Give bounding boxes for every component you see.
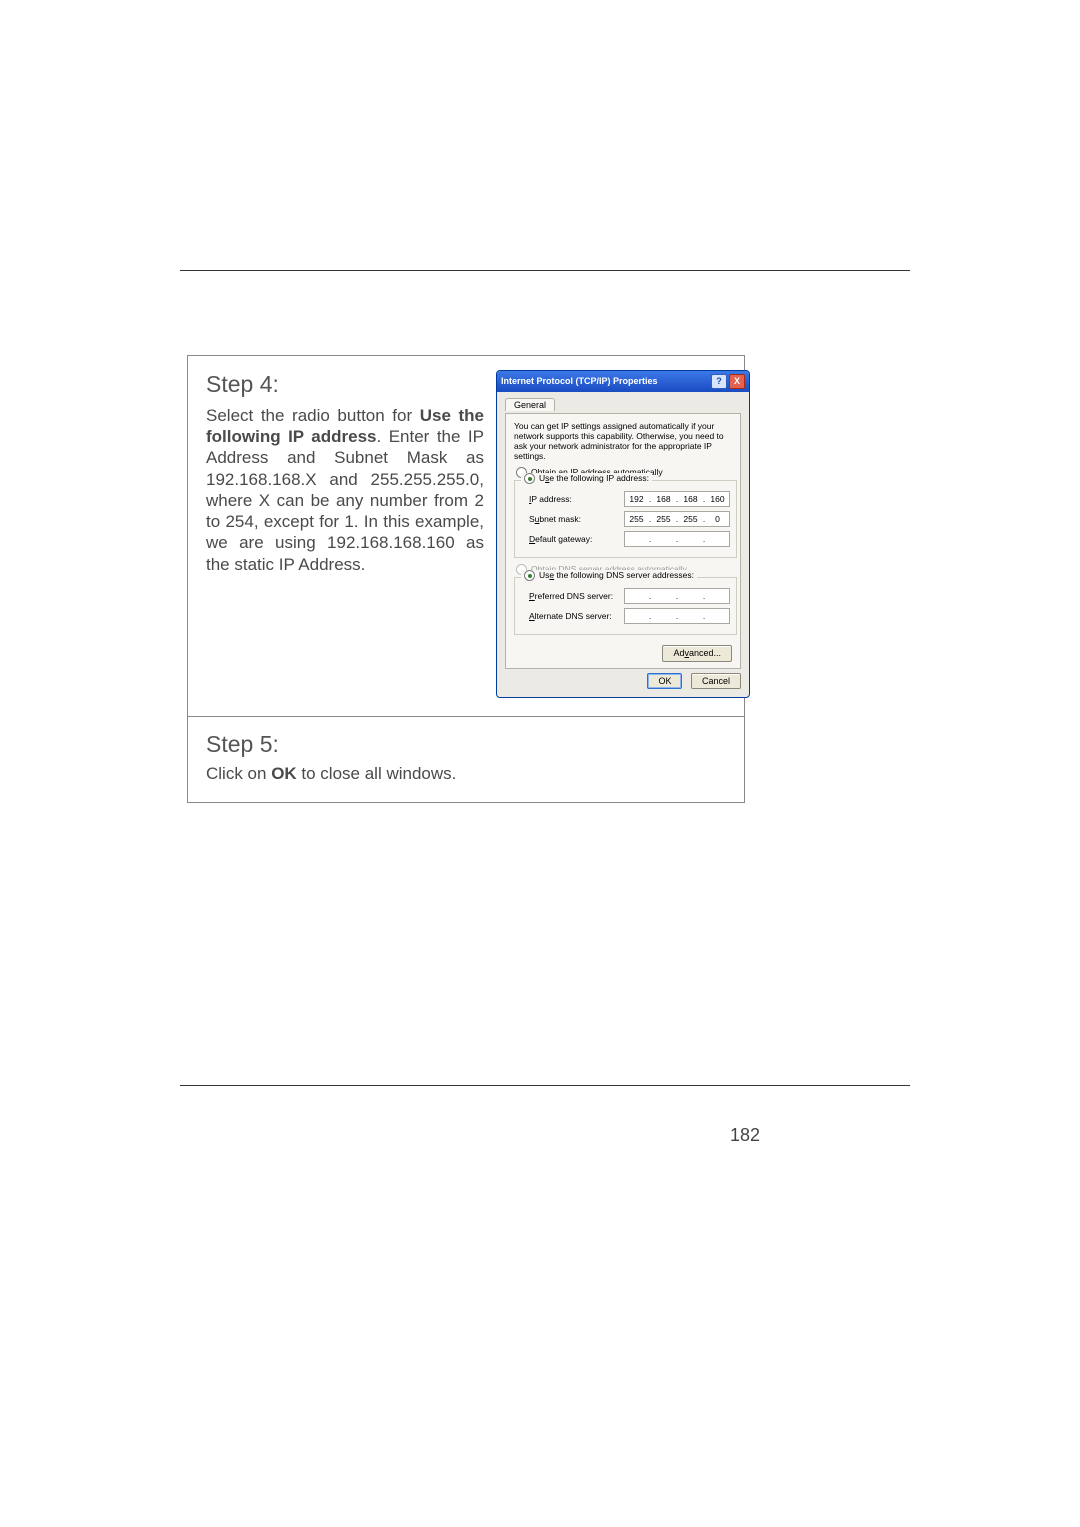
dns-group: Use the following DNS server addresses: …	[514, 577, 737, 635]
step-5-block: Step 5: Click on OK to close all windows…	[188, 716, 744, 802]
tab-general[interactable]: General	[505, 398, 555, 411]
dialog-body: General You can get IP settings assigned…	[497, 392, 749, 697]
ip-oct[interactable]: 255	[625, 512, 648, 526]
label-subnet: Subnet mask:	[521, 515, 624, 525]
tab-pane-general: You can get IP settings assigned automat…	[505, 413, 741, 668]
instruction-box: Step 4: Select the radio button for Use …	[187, 355, 745, 803]
subnet-row: Subnet mask: Subnet mask: 255. 255. 255.…	[521, 511, 730, 527]
step-5-body-post: to close all windows.	[297, 764, 457, 783]
label-ip: IP address:	[521, 495, 624, 505]
ip-oct[interactable]: 0	[706, 512, 729, 526]
radio-use-dns[interactable]: Use the following DNS server addresses: …	[521, 570, 697, 581]
step-4-title: Step 4:	[206, 370, 484, 399]
step-4-body-pre: Select the radio button for	[206, 406, 420, 425]
radio-icon	[524, 473, 535, 484]
close-icon[interactable]: X	[729, 374, 745, 389]
page-number: 182	[730, 1125, 760, 1146]
ip-oct[interactable]: 255	[652, 512, 675, 526]
intro-text: You can get IP settings assigned automat…	[514, 422, 732, 461]
alt-dns-row: Alternate DNS server: Alternate DNS serv…	[521, 608, 730, 624]
alt-dns-input[interactable]: . . .	[624, 608, 730, 624]
step-5-body: Click on OK to close all windows.	[206, 764, 726, 784]
label-pref-dns: Preferred DNS server:	[521, 592, 624, 602]
help-icon[interactable]: ?	[711, 374, 727, 389]
step-5-body-pre: Click on	[206, 764, 271, 783]
ip-oct[interactable]: 168	[679, 492, 702, 506]
dialog-buttons: OK Cancel	[505, 669, 741, 689]
ok-button[interactable]: OK	[647, 673, 682, 689]
pref-dns-input[interactable]: . . .	[624, 588, 730, 604]
step-5-body-bold: OK	[271, 764, 297, 783]
page: 182 Step 4: Select the radio button for …	[0, 0, 1080, 1527]
step-4-body: Select the radio button for Use the foll…	[206, 405, 484, 575]
titlebar[interactable]: Internet Protocol (TCP/IP) Properties ? …	[497, 371, 749, 392]
tab-strip: General	[505, 398, 741, 411]
step-4-block: Step 4: Select the radio button for Use …	[188, 356, 744, 716]
ip-oct[interactable]: 160	[706, 492, 729, 506]
ip-oct[interactable]: 192	[625, 492, 648, 506]
step-4-text: Step 4: Select the radio button for Use …	[206, 370, 484, 575]
step-4-body-mid: . Enter the IP Address and Subnet Mask a…	[206, 427, 484, 574]
advanced-row: Advanced... Advanced...	[514, 641, 732, 661]
advanced-button[interactable]: Advanced...	[662, 645, 732, 661]
ip-oct[interactable]: 255	[679, 512, 702, 526]
radio-use-ip-label: Use the following IP address:	[539, 474, 649, 484]
tcpip-properties-dialog: Internet Protocol (TCP/IP) Properties ? …	[496, 370, 750, 698]
ip-address-row: IP address: IP address: 192. 168. 168. 1…	[521, 491, 730, 507]
top-rule	[180, 270, 910, 271]
gateway-row: Default gateway: Default gateway: . . .	[521, 531, 730, 547]
pref-dns-row: Preferred DNS server: Preferred DNS serv…	[521, 588, 730, 604]
ip-group: Use the following IP address: Use the fo…	[514, 480, 737, 558]
radio-use-dns-label: Use the following DNS server addresses:	[539, 571, 694, 581]
bottom-rule	[180, 1085, 910, 1086]
radio-use-ip[interactable]: Use the following IP address: Use the fo…	[521, 473, 652, 484]
gateway-input[interactable]: . . .	[624, 531, 730, 547]
dialog-title: Internet Protocol (TCP/IP) Properties	[501, 376, 709, 386]
cancel-button[interactable]: Cancel	[691, 673, 741, 689]
radio-icon	[524, 570, 535, 581]
step-5-title: Step 5:	[206, 731, 726, 758]
label-gateway: Default gateway:	[521, 535, 624, 545]
ip-oct[interactable]: 168	[652, 492, 675, 506]
label-alt-dns: Alternate DNS server:	[521, 612, 624, 622]
ip-address-input[interactable]: 192. 168. 168. 160	[624, 491, 730, 507]
subnet-input[interactable]: 255. 255. 255. 0	[624, 511, 730, 527]
